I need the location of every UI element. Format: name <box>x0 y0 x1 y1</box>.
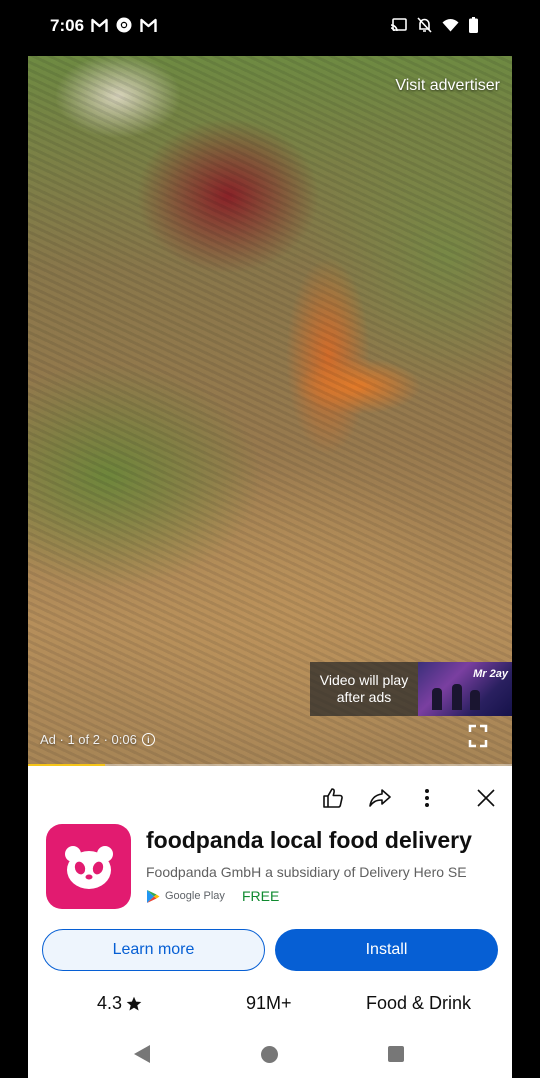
thumbnail-figure <box>432 688 442 710</box>
install-button[interactable]: Install <box>275 929 498 971</box>
downloads-stat: 91M+ <box>246 993 292 1013</box>
video-frame <box>28 56 512 766</box>
status-bar: 7:06 <box>0 0 540 54</box>
app-stats: 4.3 91M+ Food & Drink <box>28 993 512 1019</box>
store-name: Google Play <box>165 890 225 902</box>
fullscreen-icon[interactable] <box>468 724 488 748</box>
ad-label-text: Ad · 1 of 2 · 0:06 <box>40 732 137 747</box>
more-options-icon[interactable] <box>413 784 441 812</box>
learn-more-button[interactable]: Learn more <box>42 929 265 971</box>
home-icon[interactable] <box>261 1046 278 1063</box>
youtube-screen: Visit advertiser Video will play after a… <box>28 56 512 1078</box>
gmail-icon <box>140 18 157 32</box>
thumbnail-figure <box>470 690 480 710</box>
thumbnail-title: Mr 2ay <box>473 668 508 680</box>
preview-text-line1: Video will play <box>319 672 409 688</box>
bell-off-icon <box>417 17 432 33</box>
wifi-icon <box>442 19 459 32</box>
close-icon[interactable] <box>472 784 500 812</box>
back-icon[interactable] <box>133 1044 151 1064</box>
info-icon[interactable]: i <box>141 733 155 746</box>
google-play-icon <box>147 889 160 903</box>
preview-text: Video will play after ads <box>310 662 418 716</box>
category-stat: Food & Drink <box>366 993 472 1013</box>
ad-progress-fill <box>28 764 106 766</box>
ad-action-row <box>28 778 512 818</box>
rating-value: 4.3 <box>97 993 123 1013</box>
ad-label: Ad · 1 of 2 · 0:06 i <box>40 732 155 747</box>
status-time: 7:06 <box>50 16 85 35</box>
ad-video-player[interactable]: Visit advertiser Video will play after a… <box>28 56 512 766</box>
battery-icon <box>469 17 478 33</box>
ad-progress-bar <box>28 764 512 766</box>
visit-advertiser-link[interactable]: Visit advertiser <box>395 77 500 95</box>
rating-stat: 4.3 <box>97 993 142 1014</box>
app-price: FREE <box>241 888 280 904</box>
recents-icon[interactable] <box>388 1046 404 1062</box>
cast-icon <box>390 18 407 32</box>
system-nav-bar <box>28 1031 512 1078</box>
share-icon[interactable] <box>366 784 394 812</box>
app-title[interactable]: foodpanda local food delivery <box>146 827 472 854</box>
preview-text-line2: after ads <box>336 689 392 705</box>
up-next-preview[interactable]: Video will play after ads Mr 2ay <box>310 662 512 716</box>
foodpanda-app-icon[interactable] <box>46 824 131 909</box>
chrome-icon <box>116 17 132 33</box>
notification-icons <box>91 17 157 33</box>
store-row: Google Play FREE <box>146 888 279 904</box>
preview-thumbnail: Mr 2ay <box>418 662 512 716</box>
system-icons <box>390 17 478 33</box>
gmail-icon <box>91 18 108 32</box>
thumbnail-figure <box>452 684 462 710</box>
app-developer: Foodpanda GmbH a subsidiary of Delivery … <box>146 864 467 880</box>
panda-logo-icon <box>64 845 113 889</box>
star-icon <box>126 996 142 1010</box>
like-icon[interactable] <box>319 784 347 812</box>
